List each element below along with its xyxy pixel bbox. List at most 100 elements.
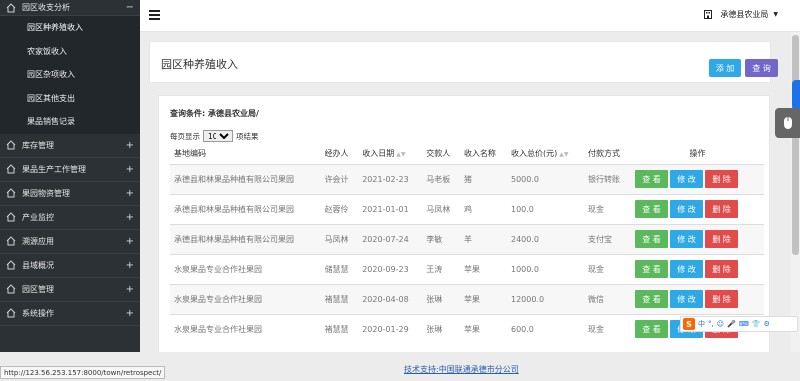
- cell-payment: 支付宝: [584, 223, 632, 254]
- collapse-icon[interactable]: −: [126, 2, 134, 13]
- sidebar-section-finance[interactable]: 园区收支分析 −: [0, 0, 140, 16]
- column-header-label: 交款人: [426, 149, 451, 159]
- mouse-float-button[interactable]: [775, 108, 800, 138]
- expand-icon[interactable]: +: [126, 188, 134, 199]
- ime-settings-icon[interactable]: ⚙: [764, 320, 770, 328]
- scrollbar-thumb[interactable]: [792, 35, 799, 255]
- column-header[interactable]: 收入日期 ▲▼: [358, 144, 422, 164]
- add-button[interactable]: 添 加: [709, 59, 741, 77]
- cell-total: 12000.0: [506, 283, 584, 314]
- query-button[interactable]: 查 询: [745, 59, 778, 77]
- sidebar-subitem[interactable]: 园区其他支出: [0, 86, 140, 110]
- view-button[interactable]: 查 看: [635, 260, 669, 278]
- sidebar-section[interactable]: 园区管理 +: [0, 278, 140, 302]
- expand-icon[interactable]: +: [126, 236, 134, 247]
- status-bar-url: http://123.56.253.157:8000/town/retrospe…: [0, 366, 166, 379]
- column-header: 付款方式: [584, 144, 631, 164]
- page-size-select[interactable]: 10: [203, 130, 233, 142]
- query-condition: 查询条件: 承德县农业局/: [170, 109, 259, 118]
- home-icon: [6, 164, 16, 174]
- sidebar-section[interactable]: 县域概况 +: [0, 254, 140, 278]
- sidebar-section-label: 系统操作: [22, 308, 54, 318]
- user-menu[interactable]: 承德县农业局 ▼: [704, 9, 778, 20]
- column-header-label: 付款方式: [588, 149, 620, 159]
- home-icon: [6, 308, 16, 318]
- column-header: 基地编码: [170, 144, 321, 164]
- cell-date: 2020-01-29: [358, 313, 423, 344]
- ime-emoji-icon[interactable]: ☺: [717, 320, 724, 328]
- tech-support-link[interactable]: 技术支持:中国联通承德市分公司: [404, 364, 519, 375]
- user-name: 承德县农业局: [720, 10, 769, 19]
- ime-keyboard-icon[interactable]: ⌨: [739, 320, 749, 328]
- home-icon: [6, 2, 16, 12]
- cell-total: 2400.0: [506, 223, 584, 254]
- home-icon: [6, 284, 16, 294]
- cell-name: 苹果: [459, 313, 507, 344]
- edit-button[interactable]: 修 改: [670, 260, 704, 278]
- sidebar-subitem[interactable]: 园区种养殖收入: [0, 16, 140, 40]
- cell-payment: 现金: [584, 193, 632, 224]
- expand-icon[interactable]: +: [126, 284, 134, 295]
- column-header-label: 经办人: [324, 149, 349, 159]
- edit-button[interactable]: 修 改: [670, 290, 704, 308]
- cell-actions: 查 看修 改删 除: [631, 163, 764, 194]
- cell-base: 水泉果品专业合作社果园: [170, 253, 321, 284]
- view-button[interactable]: 查 看: [635, 170, 669, 188]
- cell-actions: 查 看修 改删 除: [631, 223, 764, 254]
- view-button[interactable]: 查 看: [635, 320, 669, 339]
- edit-button[interactable]: 修 改: [670, 200, 704, 218]
- sidebar-subitem[interactable]: 农家饭收入: [0, 39, 140, 63]
- cell-total: 600.0: [506, 313, 584, 344]
- ime-voice-icon[interactable]: 🎤: [727, 320, 736, 328]
- delete-button[interactable]: 删 除: [705, 200, 739, 218]
- cell-payer: 马老板: [422, 163, 460, 194]
- cell-base: 承德县和林果品种植有限公司果园: [170, 193, 321, 224]
- home-icon: [6, 260, 16, 270]
- cell-payment: 现金: [584, 253, 632, 284]
- expand-icon[interactable]: +: [126, 308, 134, 319]
- menu-toggle-icon[interactable]: [149, 10, 160, 20]
- delete-button[interactable]: 删 除: [705, 290, 739, 308]
- content-panel: 查询条件: 承德县农业局/ 每页显示 10 项结果 基地编码 经办人 收入日期 ▲▼ 交…: [158, 95, 770, 355]
- sidebar-section-label: 果园物资管理: [22, 188, 70, 198]
- edit-button[interactable]: 修 改: [670, 230, 704, 248]
- view-button[interactable]: 查 看: [635, 230, 669, 248]
- chevron-down-icon: ▼: [773, 11, 778, 18]
- ime-logo-icon[interactable]: S: [683, 318, 695, 330]
- ime-mode-icon[interactable]: 中: [698, 319, 705, 329]
- cell-payer: 马凤林: [422, 193, 460, 224]
- sidebar-subitem[interactable]: 园区杂项收入: [0, 63, 140, 87]
- cell-handler: 褚慧慧: [320, 283, 359, 314]
- cell-date: 2020-04-08: [358, 283, 423, 314]
- sort-icon[interactable]: ▲▼: [396, 151, 405, 158]
- ime-skin-icon[interactable]: 👕: [752, 320, 761, 328]
- column-header-label: 操作: [689, 149, 706, 159]
- expand-icon[interactable]: +: [126, 212, 134, 223]
- float-tab[interactable]: [792, 80, 800, 110]
- expand-icon[interactable]: +: [126, 140, 134, 151]
- sidebar-section[interactable]: 产业监控 +: [0, 206, 140, 230]
- column-header-label: 收入总价(元): [510, 149, 558, 159]
- edit-button[interactable]: 修 改: [670, 170, 704, 188]
- sidebar-section[interactable]: 果品生产工作管理 +: [0, 158, 140, 182]
- sidebar-section[interactable]: 溯源应用 +: [0, 230, 140, 254]
- view-button[interactable]: 查 看: [635, 290, 669, 308]
- column-header-label: 收入日期: [362, 149, 395, 159]
- column-header[interactable]: 收入总价(元) ▲▼: [507, 144, 584, 164]
- income-table: 基地编码 经办人 收入日期 ▲▼ 交款人 收入名称 收入总价(元) ▲▼ 付款方式 操作 承德县和…: [170, 144, 764, 344]
- view-button[interactable]: 查 看: [635, 200, 669, 218]
- sort-icon[interactable]: ▲▼: [559, 151, 568, 158]
- delete-button[interactable]: 删 除: [705, 170, 739, 188]
- sidebar-section[interactable]: 果园物资管理 +: [0, 182, 140, 206]
- ime-toolbar[interactable]: S 中 °, ☺ 🎤 ⌨ 👕 ⚙: [680, 316, 798, 332]
- cell-base: 承德县和林果品种植有限公司果园: [170, 163, 321, 194]
- expand-icon[interactable]: +: [126, 164, 134, 175]
- sidebar-section[interactable]: 系统操作 +: [0, 302, 140, 326]
- expand-icon[interactable]: +: [126, 260, 134, 271]
- delete-button[interactable]: 删 除: [705, 230, 739, 248]
- sidebar-section-label: 库存管理: [22, 140, 54, 150]
- ime-punct-icon[interactable]: °,: [708, 320, 714, 328]
- delete-button[interactable]: 删 除: [705, 260, 739, 278]
- sidebar-subitem[interactable]: 果品销售记录: [0, 110, 140, 134]
- sidebar-section[interactable]: 库存管理 +: [0, 134, 140, 158]
